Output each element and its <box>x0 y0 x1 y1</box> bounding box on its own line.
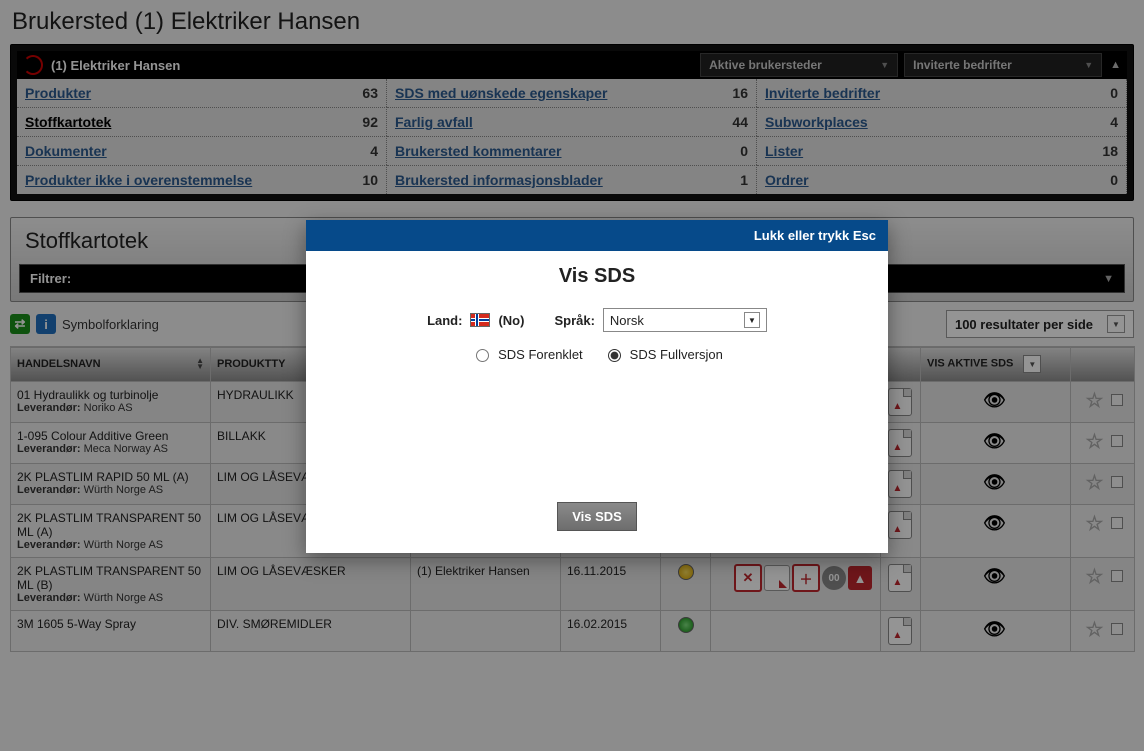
vis-sds-modal: Lukk eller trykk Esc Vis SDS Land: (No) … <box>306 220 888 553</box>
page-root: Brukersted (1) Elektriker Hansen (1) Ele… <box>0 0 1144 751</box>
country-code: (No) <box>498 313 524 328</box>
radio-sds-fullversjon[interactable]: SDS Fullversjon <box>603 346 723 362</box>
radio-sds-forenklet[interactable]: SDS Forenklet <box>471 346 583 362</box>
country-label: Land: <box>427 313 462 328</box>
language-select[interactable]: Norsk▼ <box>603 308 767 332</box>
norway-flag-icon <box>470 313 490 327</box>
modal-title: Vis SDS <box>324 265 870 288</box>
language-label: Språk: <box>554 313 594 328</box>
modal-close-bar[interactable]: Lukk eller trykk Esc <box>306 220 888 251</box>
vis-sds-button[interactable]: Vis SDS <box>557 502 637 531</box>
